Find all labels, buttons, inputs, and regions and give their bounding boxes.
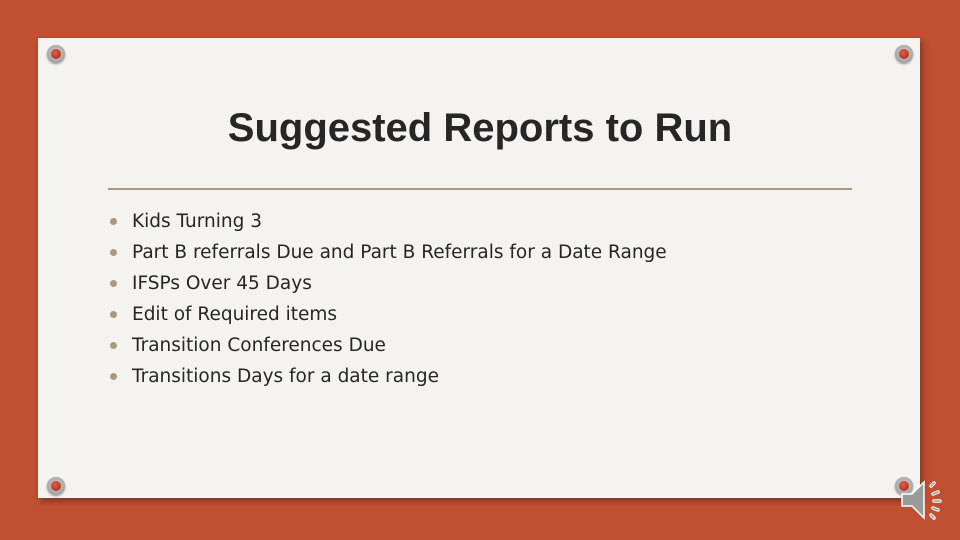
list-item: Kids Turning 3: [108, 206, 667, 237]
bullet-icon: [110, 342, 117, 349]
bullet-icon: [110, 373, 117, 380]
bullet-icon: [110, 218, 117, 225]
list-item: Part B referrals Due and Part B Referral…: [108, 237, 667, 268]
speaker-icon[interactable]: [898, 472, 950, 528]
bullet-icon: [110, 280, 117, 287]
list-item: Edit of Required items: [108, 299, 667, 330]
bullet-list: Kids Turning 3 Part B referrals Due and …: [108, 206, 667, 392]
title-divider: [108, 188, 852, 190]
bullet-icon: [110, 249, 117, 256]
pushpin-icon: [895, 45, 913, 63]
slide-title: Suggested Reports to Run: [227, 106, 733, 150]
pushpin-icon: [47, 477, 65, 495]
list-item: Transitions Days for a date range: [108, 361, 667, 392]
list-item: IFSPs Over 45 Days: [108, 268, 667, 299]
pushpin-icon: [47, 45, 65, 63]
bullet-icon: [110, 311, 117, 318]
list-item: Transition Conferences Due: [108, 330, 667, 361]
